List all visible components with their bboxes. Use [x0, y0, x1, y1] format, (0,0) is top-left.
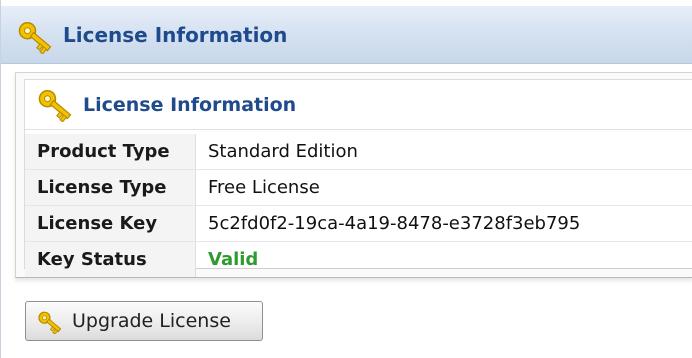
- license-type-value: Free License: [195, 169, 692, 206]
- table-row: Key Status Valid: [25, 241, 692, 278]
- page-title: License Information: [63, 23, 288, 47]
- product-type-label: Product Type: [25, 134, 196, 170]
- table-row: License Type Free License: [25, 169, 692, 206]
- key-status-value: Valid: [208, 249, 259, 270]
- license-info-box: License Information Product Type Standar…: [24, 79, 692, 277]
- license-type-label: License Type: [25, 169, 196, 206]
- upgrade-license-button[interactable]: Upgrade License: [25, 301, 263, 341]
- key-status-cell: Valid: [196, 242, 692, 278]
- key-icon: [15, 20, 59, 58]
- key-icon: [35, 88, 79, 126]
- table-row: License Key 5c2fd0f2-19ca-4a19-8478-e372…: [25, 205, 692, 242]
- license-info-table: Product Type Standard Edition License Ty…: [25, 134, 692, 277]
- page-header: License Information: [1, 6, 692, 64]
- table-row: Product Type Standard Edition: [25, 134, 692, 170]
- license-key-value: 5c2fd0f2-19ca-4a19-8478-e3728f3eb795: [195, 205, 692, 242]
- key-icon: [36, 310, 66, 337]
- product-type-value: Standard Edition: [195, 134, 692, 170]
- license-info-title: License Information: [83, 94, 297, 116]
- license-info-header: License Information: [25, 80, 692, 130]
- upgrade-license-label: Upgrade License: [72, 310, 231, 332]
- license-panel: License Information Product Type Standar…: [15, 72, 692, 278]
- key-status-label: Key Status: [25, 241, 196, 277]
- license-key-label: License Key: [25, 205, 196, 242]
- license-page: License Information License Information …: [0, 0, 692, 358]
